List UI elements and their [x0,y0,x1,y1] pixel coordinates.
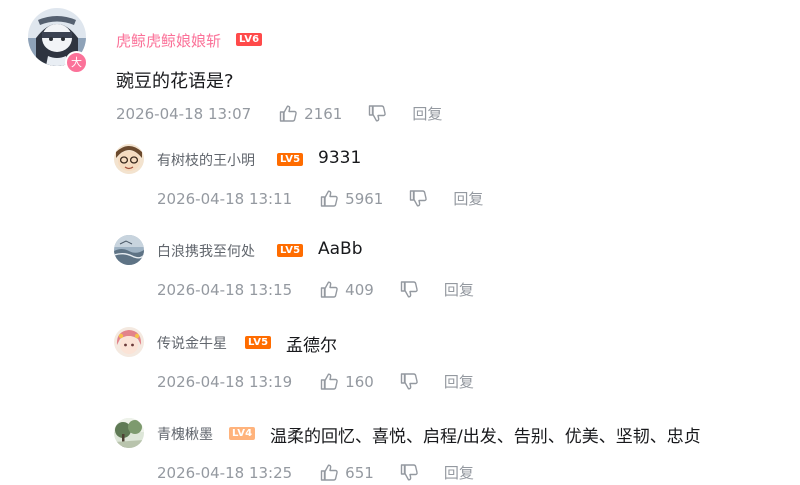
reply-author-name[interactable]: 传说金牛星 [157,333,227,353]
thumbs-up-icon [320,464,338,481]
dislike-button[interactable] [368,105,387,122]
comment-time: 2026-04-18 13:07 [116,104,252,123]
dislike-button[interactable] [400,281,418,298]
level-badge: LV4 [229,427,256,440]
level-badge: LV5 [277,244,304,257]
like-count: 409 [345,280,374,299]
avatar[interactable] [114,235,144,265]
reply-time: 2026-04-18 13:25 [157,463,293,482]
reply-content: AaBb [318,239,363,259]
reply-content: 孟德尔 [286,336,337,356]
dislike-button[interactable] [400,464,418,481]
thumbs-down-icon [400,464,418,481]
reply-meta: 2026-04-18 13:25 651 回复 [157,462,474,483]
reply-meta: 2026-04-18 13:11 5961 回复 [157,188,483,209]
reply-author-name[interactable]: 有树枝的王小明 [157,150,255,170]
reply-button[interactable]: 回复 [444,279,474,300]
thumbs-down-icon [369,105,387,122]
reply-time: 2026-04-18 13:11 [157,189,293,208]
reply-meta: 2026-04-18 13:19 160 回复 [157,371,474,392]
reply-button[interactable]: 回复 [453,188,483,209]
reply-meta: 2026-04-18 13:15 409 回复 [157,279,474,300]
level-badge: LV5 [245,336,272,349]
reply-button[interactable]: 回复 [444,371,474,392]
like-button[interactable]: 409 [320,281,374,299]
comment-author-name[interactable]: 虎鲸虎鲸娘娘斩 [116,30,221,51]
reply-time: 2026-04-18 13:19 [157,372,293,391]
reply-time: 2026-04-18 13:15 [157,280,293,299]
reply-author-name[interactable]: 白浪携我至何处 [157,241,255,261]
like-count: 651 [345,463,374,482]
thumbs-up-icon [320,373,338,390]
thumbs-up-icon [320,281,338,298]
thumbs-down-icon [400,373,418,390]
thumbs-down-icon [410,190,428,207]
thumbs-down-icon [400,281,418,298]
comment-meta: 2026-04-18 13:07 2161 回复 [116,103,442,124]
like-button[interactable]: 651 [320,464,374,482]
level-badge: LV5 [277,153,304,166]
reply-author-name[interactable]: 青槐楸墨 [157,424,213,444]
like-button[interactable]: 5961 [320,190,383,208]
comment-content: 豌豆的花语是? [116,71,234,92]
reply-content: 9331 [318,148,362,168]
dislike-button[interactable] [400,373,418,390]
like-count: 5961 [345,189,384,208]
like-count: 160 [345,372,374,391]
avatar[interactable] [114,327,144,357]
dislike-button[interactable] [409,190,428,207]
reply-button[interactable]: 回复 [412,103,442,124]
thumbs-up-icon [279,105,297,122]
like-button[interactable]: 2161 [279,105,342,123]
vip-badge: 大 [65,51,88,74]
thumbs-up-icon [320,190,338,207]
avatar[interactable] [114,418,144,448]
reply-content: 温柔的回忆、喜悦、启程/出发、告别、优美、坚韧、忠贞 [270,427,701,447]
like-count: 2161 [304,104,343,123]
like-button[interactable]: 160 [320,373,374,391]
level-badge: LV6 [236,33,263,46]
avatar[interactable] [114,144,144,174]
reply-button[interactable]: 回复 [444,462,474,483]
